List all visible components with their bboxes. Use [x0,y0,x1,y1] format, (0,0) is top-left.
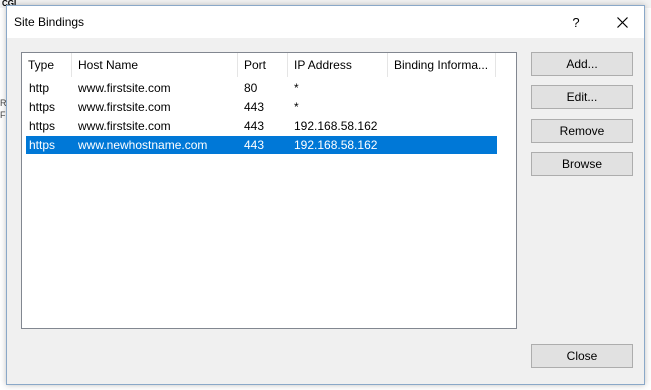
remove-button[interactable]: Remove [531,119,633,143]
table-row[interactable]: https www.firstsite.com 443 * [26,98,497,116]
cell-host-name: www.newhostname.com [78,138,208,152]
site-bindings-dialog: Site Bindings ? Type Host Name Port IP A… [6,5,645,385]
cell-ip-address: 192.168.58.162 [294,119,378,133]
cell-binding-information [391,79,394,97]
cell-port: 80 [244,81,258,95]
table-row-selected[interactable]: https www.newhostname.com 443 192.168.58… [26,136,497,154]
cell-port: 443 [244,119,265,133]
cell-binding-information [391,98,394,116]
table-row[interactable]: http www.firstsite.com 80 * [26,79,497,97]
cell-type: https [29,138,56,152]
cell-host-name: www.firstsite.com [78,81,171,95]
cell-ip-address: * [294,81,299,95]
dialog-title: Site Bindings [14,15,85,29]
cell-binding-information [391,136,394,154]
cell-ip-address: 192.168.58.162 [294,138,378,152]
bindings-list[interactable]: Type Host Name Port IP Address Binding I… [21,52,517,329]
column-header-binding-information[interactable]: Binding Informa... [388,53,496,77]
edit-button[interactable]: Edit... [531,85,633,109]
cell-type: https [29,100,56,114]
browse-button[interactable]: Browse [531,152,633,176]
column-header-type[interactable]: Type [22,53,72,77]
cell-host-name: www.firstsite.com [78,100,171,114]
list-header: Type Host Name Port IP Address Binding I… [22,53,516,77]
help-icon: ? [572,14,580,30]
add-button[interactable]: Add... [531,52,633,76]
cell-ip-address: * [294,100,299,114]
close-icon [616,16,628,28]
cell-port: 443 [244,138,265,152]
close-button[interactable]: Close [531,344,633,368]
column-header-host-name[interactable]: Host Name [72,53,238,77]
title-bar: Site Bindings ? [7,6,644,38]
cell-host-name: www.firstsite.com [78,119,171,133]
cell-binding-information [391,117,394,135]
cell-type: http [29,81,50,95]
help-button[interactable]: ? [554,9,598,35]
cell-type: https [29,119,56,133]
cell-port: 443 [244,100,265,114]
close-window-button[interactable] [600,9,644,35]
column-header-ip-address[interactable]: IP Address [288,53,388,77]
column-header-port[interactable]: Port [238,53,288,77]
table-row[interactable]: https www.firstsite.com 443 192.168.58.1… [26,117,497,135]
